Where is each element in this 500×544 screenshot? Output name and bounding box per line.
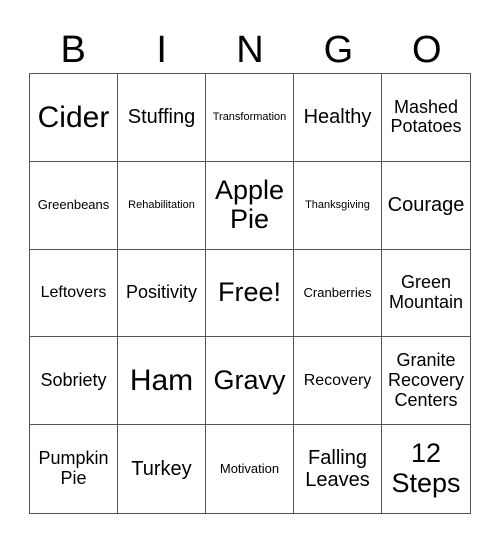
bingo-cell[interactable]: Turkey [118, 425, 206, 513]
bingo-header: B I N G O [29, 28, 471, 72]
bingo-cell[interactable]: Stuffing [118, 74, 206, 162]
bingo-cell[interactable]: Cranberries [294, 249, 382, 338]
bingo-cell[interactable]: Positivity [118, 249, 206, 338]
bingo-cell[interactable]: Gravy [206, 337, 294, 426]
bingo-cell[interactable]: Thanksgiving [294, 161, 382, 250]
bingo-cell[interactable]: Courage [382, 162, 470, 250]
bingo-cell[interactable]: Healthy [294, 74, 382, 162]
bingo-cell[interactable]: Cider [30, 74, 118, 162]
header-letter-g: G [323, 29, 354, 71]
header-letter-n: N [236, 29, 264, 71]
bingo-cell[interactable]: Mashed Potatoes [382, 74, 470, 162]
bingo-cell[interactable]: Leftovers [30, 249, 118, 338]
bingo-cell[interactable]: Sobriety [30, 337, 118, 426]
bingo-cell[interactable]: Pumpkin Pie [30, 425, 118, 513]
bingo-cell[interactable]: Granite Recovery Centers [382, 337, 470, 426]
header-letter-b: B [60, 29, 86, 71]
free-space[interactable]: Free! [206, 249, 294, 338]
bingo-cell[interactable]: Greenbeans [30, 161, 118, 250]
bingo-grid: Cider Stuffing Transformation Healthy Ma… [29, 73, 471, 514]
header-letter-i: I [156, 29, 167, 71]
bingo-cell[interactable]: Ham [118, 337, 206, 426]
header-letter-o: O [412, 29, 442, 71]
bingo-cell[interactable]: 12 Steps [382, 425, 470, 513]
bingo-cell[interactable]: Motivation [206, 425, 294, 513]
bingo-cell[interactable]: Green Mountain [382, 250, 470, 338]
bingo-cell[interactable]: Apple Pie [206, 161, 294, 250]
bingo-cell[interactable]: Recovery [294, 337, 382, 426]
bingo-cell[interactable]: Falling Leaves [294, 425, 382, 513]
bingo-cell[interactable]: Rehabilitation [118, 161, 206, 250]
bingo-cell[interactable]: Transformation [206, 74, 294, 162]
